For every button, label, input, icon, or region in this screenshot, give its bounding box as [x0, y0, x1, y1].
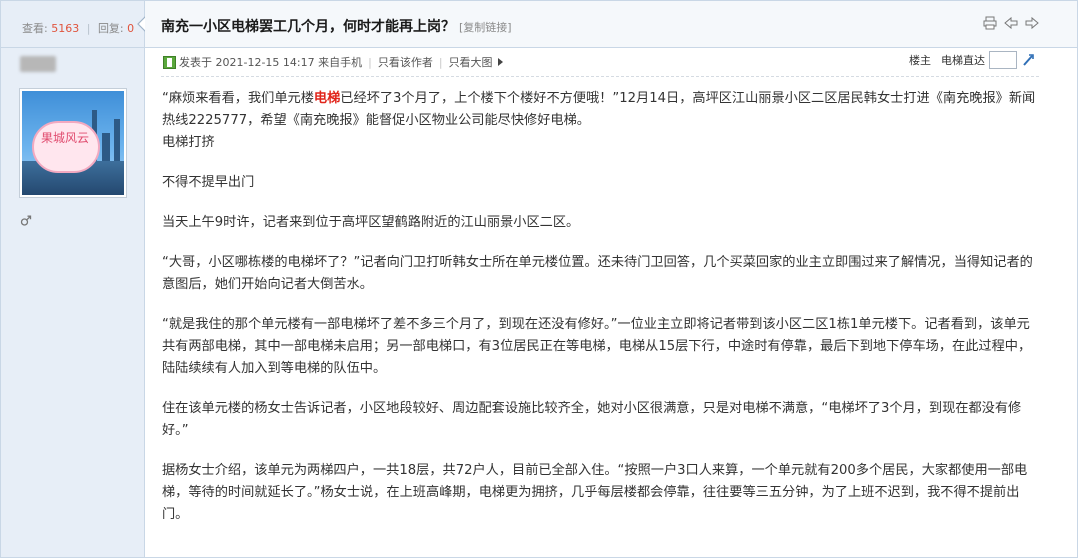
post-frame: 查看: 5163 | 回复: 0 果城风云 南充一小区电梯罢工几个月，何时才能再… [0, 0, 1078, 558]
meta-separator: | [438, 55, 443, 69]
post-body: “麻烦来看看，我们单元楼电梯已经坏了3个月了，上个楼下个楼好不方便哦！”12月1… [162, 88, 1042, 526]
thread-stats: 查看: 5163 | 回复: 0 [1, 1, 144, 48]
print-icon[interactable] [983, 16, 997, 30]
thread-header: 南充一小区电梯罢工几个月，何时才能再上岗？ [复制链接] [145, 1, 1077, 48]
p1-text-start: “麻烦来看看，我们单元楼 [162, 91, 314, 106]
floor-label: 楼主 [909, 54, 931, 67]
author-sidebar: 查看: 5163 | 回复: 0 果城风云 [1, 1, 145, 557]
avatar-text: 果城风云 [40, 131, 89, 145]
paragraph-7: 住在该单元楼的杨女士告诉记者，小区地段较好、周边配套设施比较齐全，她对小区很满意… [162, 401, 1022, 438]
floor-jump-input[interactable] [989, 51, 1017, 69]
paragraph-1: “麻烦来看看，我们单元楼电梯已经坏了3个月了，上个楼下个楼好不方便哦！”12月1… [162, 88, 1042, 132]
post-time: 发表于 2021-12-15 14:17 来自手机 [179, 56, 363, 69]
mobile-post-icon [163, 55, 176, 69]
views-label: 查看: [22, 22, 48, 35]
only-author-link[interactable]: 只看该作者 [378, 54, 433, 70]
author-avatar[interactable]: 果城风云 [19, 88, 127, 198]
replies-count: 0 [127, 22, 135, 35]
meta-divider [161, 76, 1039, 77]
paragraph-4: 当天上午9时许，记者来到位于高坪区望鹤路附近的江山丽景小区二区。 [162, 215, 580, 230]
jump-go-icon[interactable] [1021, 53, 1035, 67]
copy-link-button[interactable]: [复制链接] [459, 21, 512, 34]
only-images-link[interactable]: 只看大图 [449, 54, 493, 70]
thread-title-wrap: 南充一小区电梯罢工几个月，何时才能再上岗？ [复制链接] [161, 16, 512, 36]
thread-title[interactable]: 南充一小区电梯罢工几个月，何时才能再上岗？ [161, 19, 455, 35]
gender-icon [20, 215, 32, 226]
paragraph-6: “就是我住的那个单元楼有一部电梯坏了差不多三个月了，到现在还没有修好。”一位业主… [162, 317, 1032, 376]
caret-right-icon [497, 58, 503, 66]
avatar-cloud [32, 121, 100, 173]
replies-label: 回复: [97, 22, 124, 35]
header-tools [983, 16, 1039, 30]
keyword-highlight[interactable]: 电梯 [314, 91, 340, 106]
author-name-redacted[interactable] [20, 56, 56, 72]
post-meta: 发表于 2021-12-15 14:17 来自手机 | 只看该作者 | 只看大图 [163, 54, 503, 70]
meta-separator: | [368, 55, 372, 69]
subheading-1: 电梯打挤 [162, 135, 215, 150]
views-count: 5163 [51, 22, 80, 35]
floor-tools: 楼主 电梯直达 [909, 51, 1035, 69]
prev-thread-icon[interactable] [1004, 16, 1018, 30]
next-thread-icon[interactable] [1025, 16, 1039, 30]
subheading-2: 不得不提早出门 [162, 175, 255, 190]
stats-separator: | [86, 22, 91, 35]
paragraph-8: 据杨女士介绍，该单元为两梯四户，一共18层，共72户人，目前已全部入住。“按照一… [162, 463, 1028, 522]
paragraph-5: “大哥，小区哪栋楼的电梯坏了？”记者向门卫打听韩女士所在单元楼位置。还未待门卫回… [162, 255, 1033, 292]
jump-label: 电梯直达 [941, 54, 985, 67]
avatar-image: 果城风云 [22, 91, 124, 195]
